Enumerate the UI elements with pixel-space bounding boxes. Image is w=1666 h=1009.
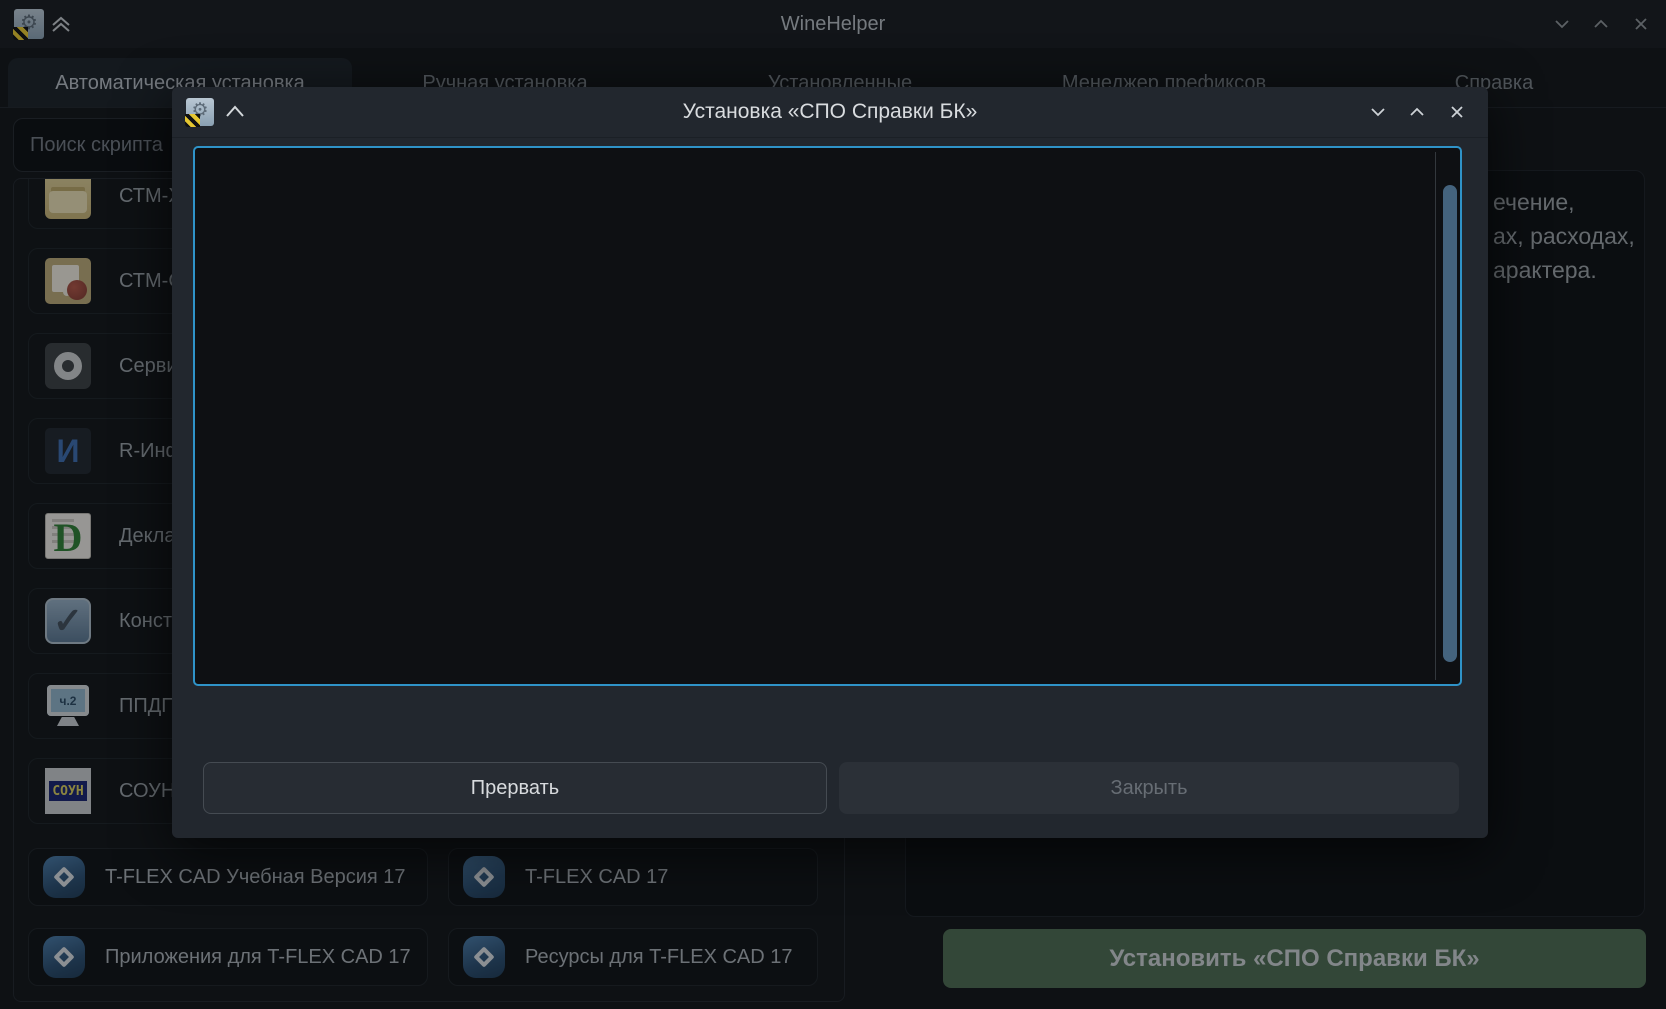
dialog-title: Установка «СПО Справки БК» <box>172 100 1488 124</box>
screen: ⚙ WineHelper Автоматическая установка Ру… <box>0 0 1666 1009</box>
installation-log[interactable] <box>193 146 1462 686</box>
log-scrollbar-track[interactable] <box>1435 152 1436 680</box>
dialog-minimize-button[interactable] <box>1369 105 1387 123</box>
log-scrollbar-thumb[interactable] <box>1443 185 1457 662</box>
dialog-titlebar: ⚙ Установка «СПО Справки БК» <box>172 87 1488 138</box>
installation-dialog: ⚙ Установка «СПО Справки БК» П <box>172 87 1488 838</box>
dialog-maximize-button[interactable] <box>1408 105 1426 123</box>
dialog-close-button[interactable] <box>1448 103 1466 121</box>
abort-button[interactable]: Прервать <box>203 762 827 814</box>
close-dialog-button[interactable]: Закрыть <box>839 762 1459 814</box>
